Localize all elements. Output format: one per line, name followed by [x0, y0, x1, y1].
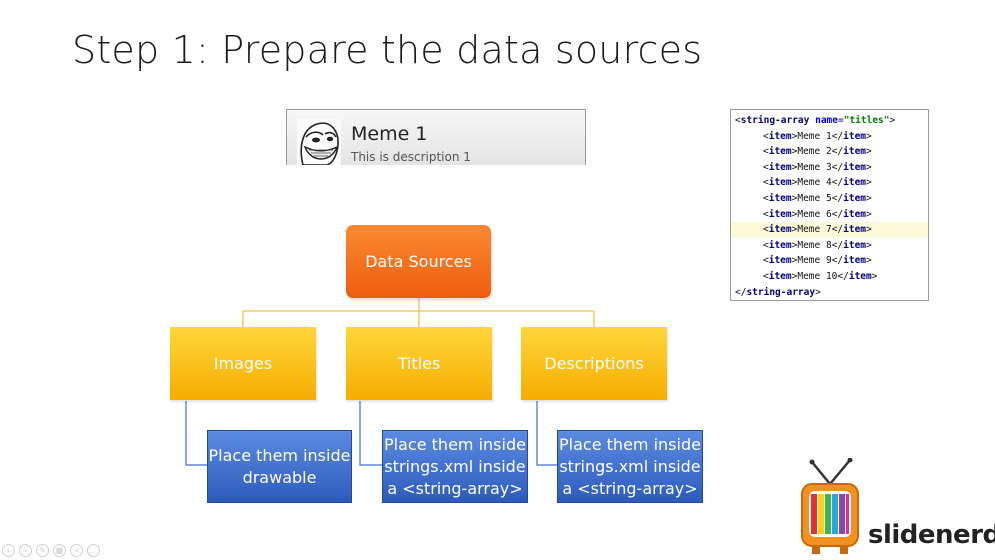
next-icon[interactable]: ›	[19, 544, 32, 557]
slide-controls: ‹ › ✎ ▦ ⌕ …	[2, 544, 100, 558]
images-node: Images	[170, 327, 316, 400]
logo-text: slidenerd	[868, 520, 995, 550]
slides-icon[interactable]: ▦	[53, 544, 66, 557]
previous-icon[interactable]: ‹	[2, 544, 15, 557]
retro-tv-icon	[800, 457, 860, 556]
data-sources-node: Data Sources	[346, 225, 491, 298]
titles-detail-node: Place them inside strings.xml inside a <…	[382, 430, 528, 503]
descriptions-node: Descriptions	[521, 327, 667, 400]
images-detail-node: Place them inside drawable	[207, 430, 352, 503]
titles-node: Titles	[346, 327, 492, 400]
zoom-icon[interactable]: ⌕	[70, 544, 83, 557]
pen-icon[interactable]: ✎	[36, 544, 49, 557]
descriptions-detail-node: Place them inside strings.xml inside a <…	[557, 430, 703, 503]
more-icon[interactable]: …	[87, 544, 100, 557]
